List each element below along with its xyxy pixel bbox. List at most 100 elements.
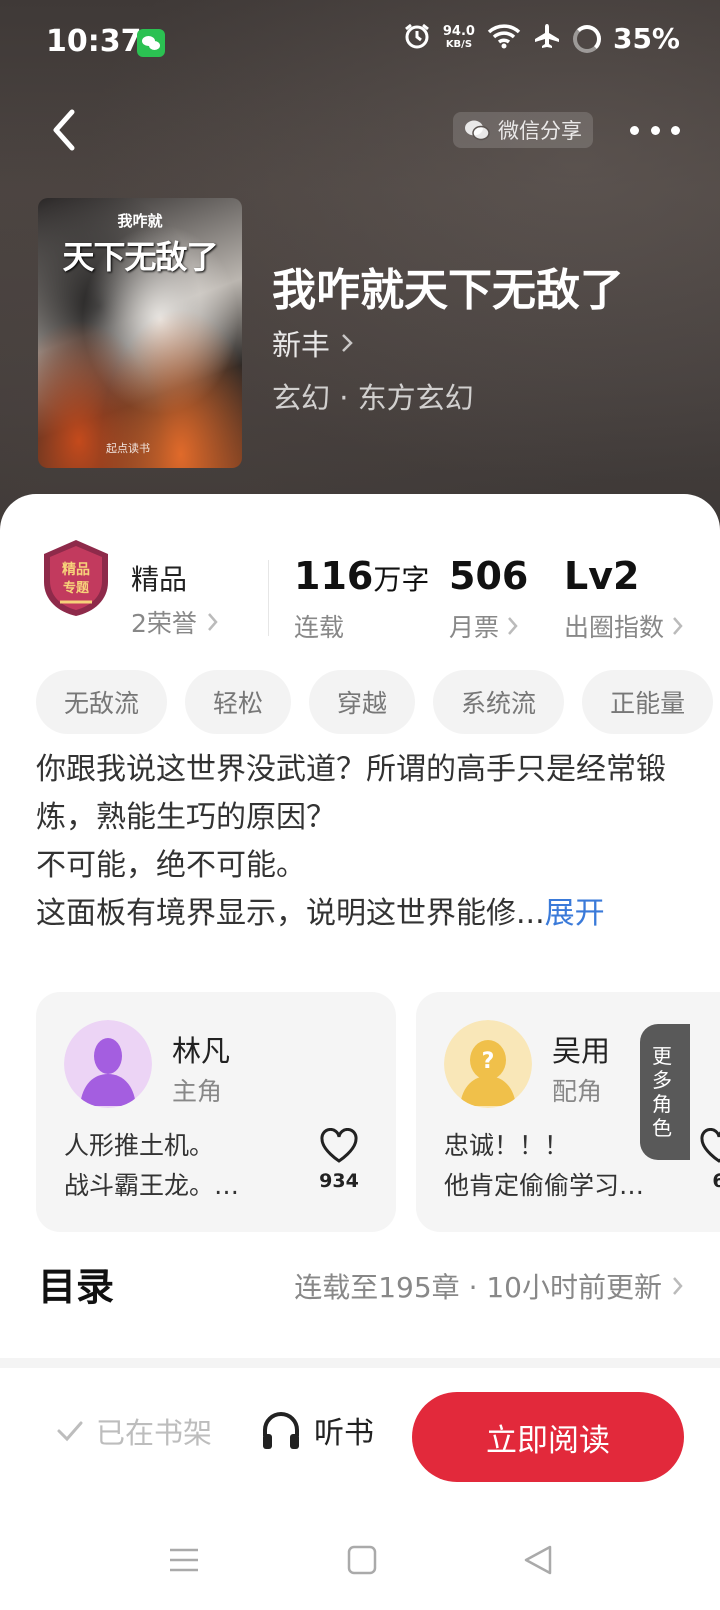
chevron-right-icon xyxy=(673,617,683,635)
heart-icon xyxy=(700,1128,720,1163)
alarm-icon xyxy=(403,22,431,55)
net-speed-value: 94.0 xyxy=(442,24,475,39)
character-desc-line: 战斗霸王龙。… xyxy=(64,1171,240,1200)
wechat-notification-icon xyxy=(137,29,165,57)
status-icons: 94.0 KB/S 35% xyxy=(403,22,680,55)
book-genre: 玄幻 · 东方玄幻 xyxy=(272,381,474,415)
monthly-votes-link[interactable]: 月票 xyxy=(449,608,519,644)
serial-status: 连载 xyxy=(294,608,344,644)
character-name: 吴用 xyxy=(552,1034,611,1068)
cover-title: 天下无敌了 xyxy=(62,238,218,276)
listen-label: 听书 xyxy=(314,1416,374,1451)
net-speed: 94.0 KB/S xyxy=(442,24,475,51)
honor-badge-icon[interactable]: 精品 专题 xyxy=(38,538,114,618)
like-button[interactable]: 934 xyxy=(316,1128,362,1192)
stats-row: 精品 专题 精品 2荣誉 116万字 连载 506 月票 Lv2 出圈指数 xyxy=(0,524,720,642)
character-desc: 人形推土机。 战斗霸王龙。… xyxy=(64,1126,274,1206)
more-characters-label: 更多角色 xyxy=(652,1044,672,1140)
check-icon xyxy=(57,1421,83,1442)
honor-count: 2荣誉 xyxy=(131,609,197,638)
honor-label: 精品 xyxy=(131,563,188,596)
top-nav: 微信分享 xyxy=(0,100,720,160)
honor-count-link[interactable]: 2荣誉 xyxy=(131,604,219,640)
word-count-unit: 万字 xyxy=(373,563,430,596)
character-card[interactable]: 林凡 主角 人形推土机。 战斗霸王龙。… 934 xyxy=(36,992,396,1232)
popularity-level: Lv2 xyxy=(564,554,640,598)
wifi-icon xyxy=(487,23,521,54)
character-desc: 忠诚！！！ 他肯定偷偷学习… xyxy=(444,1126,654,1206)
monthly-votes: 506 xyxy=(449,554,529,598)
share-label: 微信分享 xyxy=(498,119,582,143)
system-nav-bar xyxy=(0,1508,720,1610)
svg-text:精品: 精品 xyxy=(62,561,90,578)
cover-logo: 起点读书 xyxy=(106,442,150,455)
read-now-button[interactable]: 立即阅读 xyxy=(412,1392,684,1482)
action-bar: 已在书架 听书 立即阅读 xyxy=(0,1368,720,1508)
character-avatar xyxy=(64,1020,152,1108)
more-dot-icon xyxy=(650,125,660,135)
more-dot-icon xyxy=(671,125,680,135)
back-key[interactable] xyxy=(518,1540,558,1580)
tag-chip[interactable]: 穿越 xyxy=(309,670,416,734)
tag-chip[interactable]: 正能量 xyxy=(582,670,714,734)
author-name: 新丰 xyxy=(272,328,331,362)
book-cover[interactable]: 我咋就 天下无敌了 起点读书 xyxy=(38,198,242,468)
detail-sheet: 精品 专题 精品 2荣誉 116万字 连载 506 月票 Lv2 出圈指数 无敌… xyxy=(0,494,720,1364)
character-list: 林凡 主角 人形推土机。 战斗霸王龙。… 934 ? 吴用 配角 忠诚！！！ 他… xyxy=(36,992,720,1232)
tag-list: 无敌流 轻松 穿越 系统流 正能量 xyxy=(36,670,714,734)
menu-key[interactable] xyxy=(164,1540,204,1580)
listen-button[interactable]: 听书 xyxy=(260,1408,374,1452)
word-count: 116万字 xyxy=(294,554,429,598)
like-count: 934 xyxy=(319,1170,359,1192)
on-shelf-button[interactable]: 已在书架 xyxy=(56,1410,212,1452)
home-key[interactable] xyxy=(342,1540,382,1580)
character-desc-line: 他肯定偷偷学习… xyxy=(444,1171,645,1200)
word-count-value: 116 xyxy=(294,554,374,598)
character-name: 林凡 xyxy=(172,1034,231,1068)
chevron-right-icon xyxy=(508,617,518,635)
back-triangle-icon xyxy=(524,1545,552,1575)
back-arrow-icon xyxy=(53,109,75,151)
more-characters-button[interactable]: 更多角色 xyxy=(640,1024,690,1160)
svg-text:专题: 专题 xyxy=(63,580,90,596)
headphones-icon xyxy=(263,1412,299,1449)
monthly-votes-label: 月票 xyxy=(449,613,500,642)
chevron-right-icon xyxy=(342,334,353,352)
tag-chip[interactable]: 系统流 xyxy=(433,670,565,734)
airplane-icon xyxy=(533,22,561,55)
heart-icon xyxy=(320,1128,358,1163)
serial-status-label: 连载 xyxy=(294,613,345,642)
popularity-index-label: 出圈指数 xyxy=(564,613,665,642)
toc-update-info: 连载至195章 · 10小时前更新 xyxy=(294,1271,662,1304)
wechat-share-button[interactable]: 微信分享 xyxy=(453,112,593,148)
expand-link[interactable]: 展开 xyxy=(545,896,605,931)
back-button[interactable] xyxy=(44,106,84,154)
like-button[interactable]: 6 xyxy=(696,1128,720,1192)
toc-title: 目录 xyxy=(38,1265,115,1309)
cover-subtitle: 我咋就 xyxy=(117,212,163,230)
battery-level: 35% xyxy=(612,22,680,55)
tag-chip[interactable]: 无敌流 xyxy=(36,670,168,734)
chevron-right-icon xyxy=(207,613,218,631)
toc-meta: 连载至195章 · 10小时前更新 xyxy=(294,1266,684,1306)
table-of-contents[interactable]: 目录 连载至195章 · 10小时前更新 xyxy=(0,1234,720,1334)
character-role: 主角 xyxy=(172,1077,223,1106)
menu-icon xyxy=(170,1548,198,1572)
author-link[interactable]: 新丰 xyxy=(272,322,354,364)
wechat-icon xyxy=(465,120,490,141)
svg-text:?: ? xyxy=(482,1049,495,1074)
more-dot-icon xyxy=(630,125,639,135)
divider xyxy=(268,560,269,636)
more-options-button[interactable] xyxy=(630,110,680,150)
synopsis[interactable]: 你跟我说这世界没武道？所谓的高手只是经常锻炼，熟能生巧的原因？ 不可能，绝不可能… xyxy=(36,746,686,938)
on-shelf-label: 已在书架 xyxy=(96,1416,213,1450)
tag-chip[interactable]: 轻松 xyxy=(185,670,292,734)
popularity-index-link[interactable]: 出圈指数 xyxy=(564,608,684,644)
like-count: 6 xyxy=(712,1170,720,1192)
battery-icon xyxy=(572,24,601,53)
net-speed-unit: KB/S xyxy=(445,39,473,50)
character-desc-line: 忠诚！！！ xyxy=(444,1131,570,1160)
book-title: 我咋就天下无敌了 xyxy=(272,265,624,316)
chevron-right-icon xyxy=(673,1277,683,1295)
character-role: 配角 xyxy=(552,1077,603,1106)
